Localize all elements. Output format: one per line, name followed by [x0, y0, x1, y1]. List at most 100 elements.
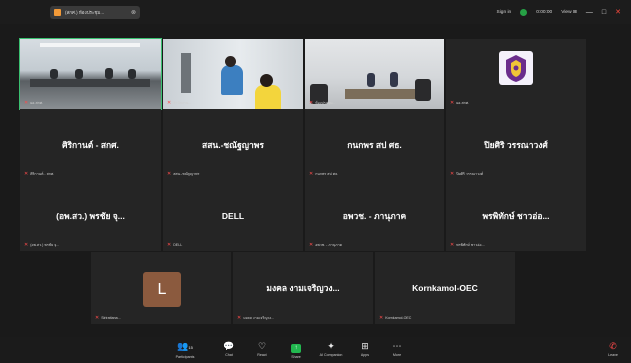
view-menu-button[interactable]: View ⊞ — [561, 10, 577, 15]
meeting-toolbar: 👥15 Participants 💬 Chat ♡ React ↑ Share … — [0, 337, 631, 363]
mic-muted-icon: ✕ — [167, 99, 172, 106]
close-window-button[interactable]: ✕ — [615, 9, 621, 16]
leave-button[interactable]: ✆ Leave — [598, 341, 628, 357]
participant-display-name: ปิยศิริ วรรณาวงศ์ — [484, 139, 548, 150]
participant-name: DELL — [173, 243, 183, 247]
participant-display-name: Kornkamol-OEC — [412, 283, 478, 293]
more-label: More — [392, 353, 402, 357]
tile-8-footer: ✕ ปิยศิริ วรรณาวงศ์ — [450, 171, 483, 177]
participant-name: พรพิทักษ์ ชาวอ่อ... — [456, 243, 485, 247]
mic-muted-icon: ✕ — [450, 241, 455, 248]
tile-6-footer: ✕ สสน.-ชณัฐญาพร — [167, 171, 199, 177]
react-label: React — [257, 353, 267, 357]
mic-muted-icon: ✕ — [450, 170, 455, 177]
tile-3-footer: ✕ ห้องประชุม... — [309, 100, 335, 106]
ai-companion-label: AI Companion — [319, 353, 343, 357]
participant-display-name: พรพิทักษ์ ชาวอ่อ... — [482, 210, 550, 221]
zoom-app-icon — [54, 9, 61, 16]
tile-15-footer: ✕ Kornkamol-OEC — [379, 315, 411, 321]
title-bar: ‌‌(สกศ.) ห้องประชุม... ⊗ Sign in 0:00:00… — [0, 0, 631, 24]
mic-muted-icon: ✕ — [450, 99, 455, 106]
participant-avatar: L — [143, 272, 181, 307]
minimize-button[interactable]: — — [586, 9, 593, 16]
mic-muted-icon: ✕ — [24, 170, 29, 177]
mic-muted-icon: ✕ — [24, 241, 29, 248]
video-tile-4[interactable]: ✕ ผอ.สกศ. — [446, 39, 586, 109]
tile-4-footer: ✕ ผอ.สกศ. — [450, 100, 469, 106]
participant-name: มงคล งามเจริญวง... — [243, 316, 275, 320]
tile-7-footer: ✕ กนกพร สป ศธ. — [309, 171, 338, 177]
tile-1-footer: ✕ ผอ.สกศ. — [24, 100, 43, 106]
mic-muted-icon: ✕ — [237, 314, 242, 321]
participant-name: (อพ.สว.) พรชัย จุ... — [30, 243, 60, 247]
participants-label: Participants — [175, 355, 195, 359]
participant-display-name: (อพ.สว.) พรชัย จุ... — [56, 210, 125, 221]
apps-icon: ⊞ — [361, 341, 369, 351]
video-tile-11[interactable]: อพวช. - ภานุภาค ✕ อพวช. - ภานุภาค — [305, 180, 444, 251]
participant-name: อพวช. - ภานุภาค — [315, 243, 343, 247]
react-button[interactable]: ♡ React — [247, 341, 277, 357]
video-tile-12[interactable]: พรพิทักษ์ ชาวอ่อ... ✕ พรพิทักษ์ ชาวอ่อ..… — [446, 180, 586, 251]
video-tile-1[interactable]: ✕ ผอ.สกศ. — [19, 38, 162, 110]
meeting-tab[interactable]: ‌‌(สกศ.) ห้องประชุม... ⊗ — [50, 6, 140, 19]
mic-muted-icon: ✕ — [309, 99, 314, 106]
meeting-room-video — [305, 39, 444, 109]
tile-2-footer: ✕ สำนักงาน... — [167, 100, 191, 106]
sign-in-link[interactable]: Sign in — [497, 10, 512, 15]
tile-10-footer: ✕ DELL — [167, 242, 182, 248]
participant-name: สสน.-ชณัฐญาพร — [173, 172, 200, 176]
tile-9-footer: ✕ (อพ.สว.) พรชัย จุ... — [24, 242, 59, 248]
video-tile-15[interactable]: Kornkamol-OEC ✕ Kornkamol-OEC — [375, 252, 515, 324]
participant-name: ผอ.สกศ. — [30, 101, 44, 105]
video-tile-3[interactable]: ✕ ห้องประชุม... — [305, 39, 444, 109]
mic-muted-icon: ✕ — [167, 241, 172, 248]
encryption-shield-icon[interactable] — [520, 8, 528, 16]
chat-label: Chat — [225, 353, 233, 357]
participant-name: ผอ.สกศ. — [456, 101, 470, 105]
video-tile-9[interactable]: (อพ.สว.) พรชัย จุ... ✕ (อพ.สว.) พรชัย จุ… — [20, 180, 161, 251]
apps-label: Apps — [360, 353, 370, 357]
sparkle-icon: ✦ — [327, 341, 335, 351]
tile-14-footer: ✕ มงคล งามเจริญวง... — [237, 315, 274, 321]
mic-muted-icon: ✕ — [309, 170, 314, 177]
mic-muted-icon: ✕ — [24, 99, 29, 106]
participant-name: สำนักงาน... — [173, 101, 192, 105]
share-screen-icon: ↑ — [291, 344, 301, 353]
top-right-controls: Sign in 0:00:00 View ⊞ — □ ✕ — [497, 7, 621, 17]
participant-display-name: มงคล งามเจริญวง... — [266, 283, 340, 293]
participant-display-name: กนกพร สป ศธ. — [347, 139, 402, 150]
conference-room-video — [20, 39, 161, 109]
university-crest-logo — [499, 51, 533, 86]
video-tile-10[interactable]: DELL ✕ DELL — [163, 180, 303, 251]
close-tab-icon[interactable]: ⊗ — [131, 10, 136, 16]
participant-display-name: DELL — [221, 210, 245, 221]
mic-muted-icon: ✕ — [309, 241, 314, 248]
more-icon: ⋯ — [392, 341, 402, 351]
leave-phone-icon: ✆ — [609, 341, 617, 351]
share-label: Share — [291, 355, 301, 359]
tile-12-footer: ✕ พรพิทักษ์ ชาวอ่อ... — [450, 242, 485, 248]
chat-button[interactable]: 💬 Chat — [214, 341, 244, 357]
mic-muted-icon: ✕ — [167, 170, 172, 177]
apps-button[interactable]: ⊞ Apps — [350, 341, 380, 357]
meeting-tab-title: ‌‌(สกศ.) ห้องประชุม... — [65, 10, 105, 15]
tile-11-footer: ✕ อพวช. - ภานุภาค — [309, 242, 342, 248]
video-tile-5[interactable]: ศิริกานต์ - สกศ. ✕ ศิริกานต์ - สกศ. — [20, 109, 161, 180]
more-button[interactable]: ⋯ More — [382, 341, 412, 357]
maximize-button[interactable]: □ — [602, 9, 606, 16]
video-tile-6[interactable]: สสน.-ชณัฐญาพร ✕ สสน.-ชณัฐญาพร — [163, 109, 303, 180]
video-tile-7[interactable]: กนกพร สป ศธ. ✕ กนกพร สป ศธ. — [305, 109, 444, 180]
leave-label: Leave — [608, 353, 618, 357]
participants-icon: 👥15 — [177, 341, 193, 351]
share-button[interactable]: ↑ Share — [281, 341, 311, 359]
video-tile-8[interactable]: ปิยศิริ วรรณาวงศ์ ✕ ปิยศิริ วรรณาวงศ์ — [446, 109, 586, 180]
participant-display-name: อพวช. - ภานุภาค — [342, 210, 407, 221]
participant-display-name: ศิริกานต์ - สกศ. — [62, 139, 119, 150]
participant-name: ห้องประชุม... — [315, 101, 336, 105]
tile-5-footer: ✕ ศิริกานต์ - สกศ. — [24, 171, 54, 177]
participants-button[interactable]: 👥15 Participants — [170, 341, 200, 359]
ai-companion-button[interactable]: ✦ AI Companion — [316, 341, 346, 357]
video-tile-2[interactable]: ✕ สำนักงาน... — [163, 39, 303, 109]
video-tile-14[interactable]: มงคล งามเจริญวง... ✕ มงคล งามเจริญวง... — [233, 252, 373, 324]
participant-display-name: สสน.-ชณัฐญาพร — [202, 139, 264, 150]
